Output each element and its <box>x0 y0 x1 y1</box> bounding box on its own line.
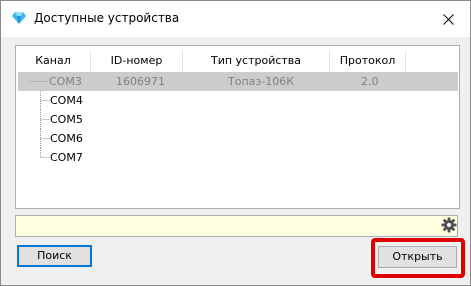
column-header-protocol[interactable]: Протокол <box>330 50 406 72</box>
device-list[interactable]: Канал ID-номер Тип устройства Протокол C… <box>15 45 460 209</box>
search-button[interactable]: Поиск <box>17 245 92 267</box>
window-title: Доступные устройства <box>34 11 180 25</box>
table-row[interactable]: COM3 1606971 Топаз-106К 2.0 <box>18 72 458 91</box>
cell-channel: COM7 <box>50 151 83 164</box>
table-row[interactable]: COM4 <box>16 91 459 110</box>
diamond-icon <box>12 12 26 24</box>
table-row[interactable]: COM5 <box>16 110 459 129</box>
title-bar: Доступные устройства <box>1 1 470 37</box>
open-button[interactable]: Открыть <box>378 246 457 268</box>
close-button[interactable] <box>438 9 458 29</box>
tree-connector <box>40 148 50 158</box>
column-header-type[interactable]: Тип устройства <box>183 50 330 72</box>
close-icon <box>442 13 454 25</box>
tree-connector <box>40 129 50 148</box>
table-row[interactable]: COM6 <box>16 129 459 148</box>
tree-connector <box>40 110 50 129</box>
column-header-id[interactable]: ID-номер <box>91 50 183 72</box>
tree-connector <box>40 91 50 110</box>
cell-protocol: 2.0 <box>361 75 379 88</box>
cell-channel: COM6 <box>50 132 83 145</box>
cell-type: Топаз-106К <box>228 75 295 88</box>
column-header-channel[interactable]: Канал <box>16 50 91 72</box>
cell-id: 1606971 <box>116 75 165 88</box>
path-field[interactable] <box>15 215 458 237</box>
device-rows: COM3 1606971 Топаз-106К 2.0 COM4 COM5 CO… <box>16 72 459 167</box>
cell-channel: COM3 <box>49 75 82 88</box>
column-header-row: Канал ID-номер Тип устройства Протокол <box>16 50 420 72</box>
table-row[interactable]: COM7 <box>16 148 459 167</box>
dialog-window: Доступные устройства Канал ID-номер Тип … <box>0 0 471 286</box>
cell-channel: COM5 <box>50 113 83 126</box>
gear-icon[interactable] <box>441 217 457 233</box>
cell-channel: COM4 <box>50 94 83 107</box>
